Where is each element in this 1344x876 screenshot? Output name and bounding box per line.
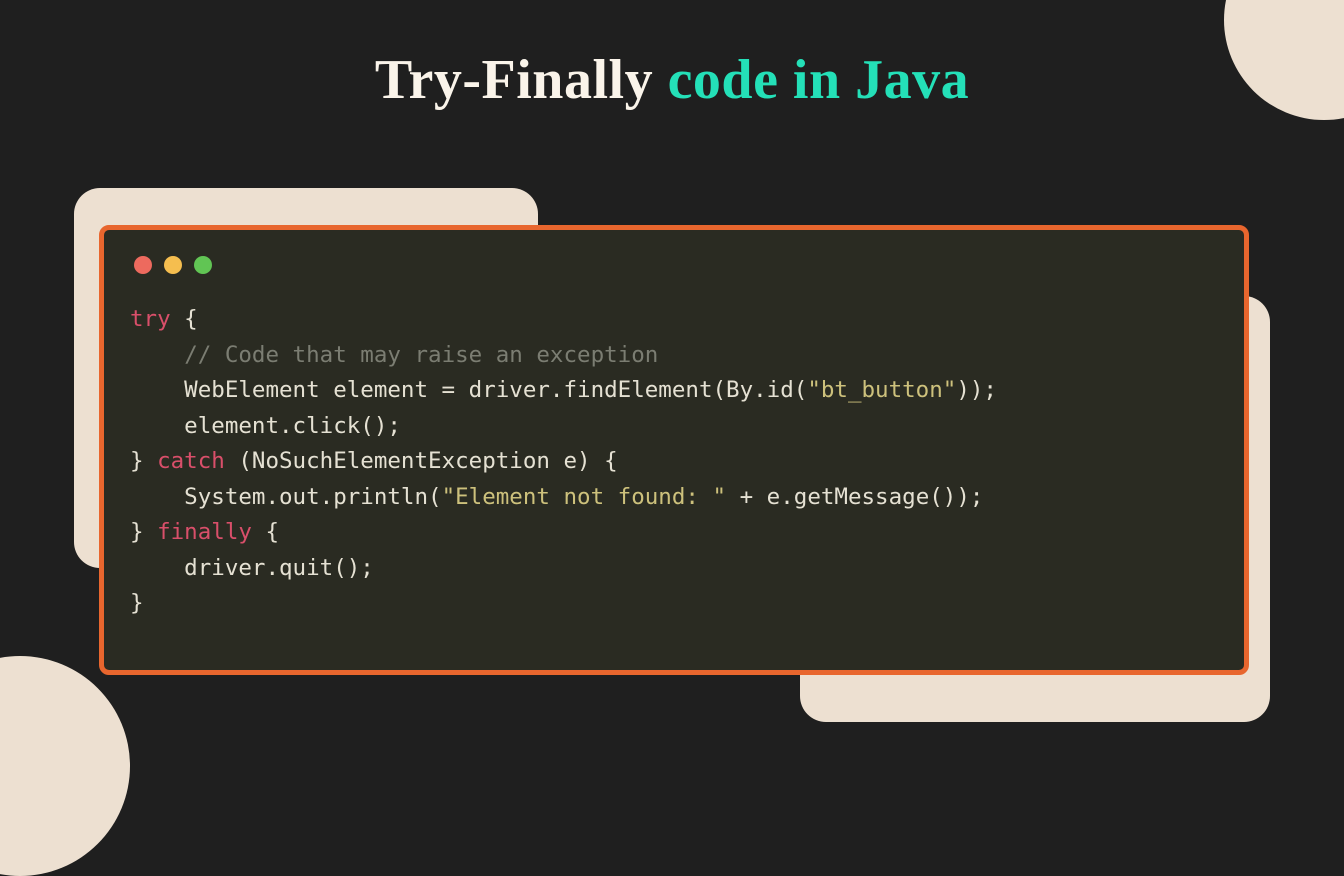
decorative-blob-bottom-left xyxy=(0,656,130,876)
code-line: // Code that may raise an exception xyxy=(130,338,1224,374)
code-window: try { // Code that may raise an exceptio… xyxy=(99,225,1249,675)
code-line: driver.quit(); xyxy=(130,551,1224,587)
code-line: } xyxy=(130,586,1224,622)
code-line: } catch (NoSuchElementException e) { xyxy=(130,444,1224,480)
code-line: System.out.println("Element not found: "… xyxy=(130,480,1224,516)
minimize-icon xyxy=(164,256,182,274)
code-block: try { // Code that may raise an exceptio… xyxy=(130,302,1224,622)
code-line: try { xyxy=(130,302,1224,338)
code-line: WebElement element = driver.findElement(… xyxy=(130,373,1224,409)
close-icon xyxy=(134,256,152,274)
title-part2: code in Java xyxy=(668,49,970,111)
title-part1: Try-Finally xyxy=(375,49,668,111)
window-traffic-lights xyxy=(134,256,1224,274)
code-line: element.click(); xyxy=(130,409,1224,445)
code-line: } finally { xyxy=(130,515,1224,551)
maximize-icon xyxy=(194,256,212,274)
page-title: Try-Finally code in Java xyxy=(0,48,1344,112)
